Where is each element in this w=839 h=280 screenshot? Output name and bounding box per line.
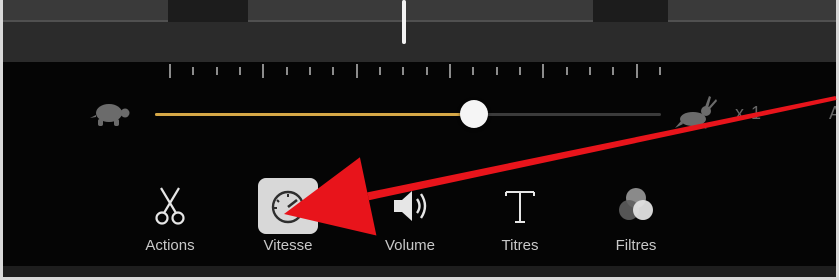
ruler-tick (169, 64, 171, 78)
timeline-clip[interactable] (668, 0, 836, 22)
speed-slider-thumb[interactable] (459, 100, 488, 128)
speed-trailing-label: A (829, 103, 836, 124)
tool-vitesse[interactable]: Vitesse (243, 176, 333, 264)
tool-volume[interactable]: Volume (365, 176, 455, 264)
timeline[interactable] (3, 0, 836, 62)
ruler-tick (332, 67, 335, 75)
speed-control-row: x 1 A (3, 95, 836, 135)
video-editor-speed-panel: x 1 A Actions (0, 0, 839, 280)
ruler-tick (285, 67, 288, 75)
ruler-tick (309, 67, 311, 75)
playhead[interactable] (402, 0, 406, 44)
ruler-tick (519, 67, 521, 75)
ruler-tick (612, 67, 615, 75)
tool-label: Actions (145, 237, 195, 254)
ruler-tick (449, 64, 451, 78)
ruler-tick (472, 67, 475, 75)
speed-slider[interactable] (155, 100, 661, 128)
ruler-tick (495, 67, 498, 75)
tool-label: Volume (384, 237, 436, 254)
ruler-tick (425, 67, 428, 75)
speed-ruler (153, 64, 663, 82)
ruler-tick (379, 67, 381, 75)
hare-icon[interactable] (673, 95, 721, 131)
ruler-tick (659, 67, 661, 75)
tool-filtres[interactable]: Filtres (591, 176, 681, 264)
tool-label: Titres (501, 237, 539, 254)
ruler-tick (565, 67, 568, 75)
editor-toolbar: Actions Vitesse Volume Titres Filtres (3, 176, 836, 266)
timeline-clip[interactable] (3, 0, 168, 22)
ruler-tick (355, 64, 358, 78)
text-t-icon (490, 178, 550, 234)
tool-label: Vitesse (263, 237, 313, 254)
ruler-tick (192, 67, 195, 75)
tool-label: Filtres (615, 237, 657, 254)
speedometer-icon (258, 178, 318, 234)
speed-value: x 1 (735, 103, 763, 123)
ruler-tick (239, 67, 241, 75)
speaker-icon (380, 178, 440, 234)
timeline-clip[interactable] (248, 0, 593, 22)
tool-titres[interactable]: Titres (475, 176, 565, 264)
ruler-tick (262, 64, 265, 78)
clip-transition[interactable] (593, 0, 668, 22)
turtle-icon[interactable] (87, 99, 133, 129)
bottom-bar (3, 266, 836, 277)
speed-slider-fill (155, 113, 474, 116)
ruler-tick (589, 67, 591, 75)
scissors-icon (140, 178, 200, 234)
clip-transition[interactable] (168, 0, 248, 22)
ruler-tick (635, 64, 638, 78)
filters-circles-icon (606, 178, 666, 234)
ruler-tick (542, 64, 545, 78)
ruler-tick (402, 67, 405, 75)
ruler-tick (215, 67, 218, 75)
tool-actions[interactable]: Actions (125, 176, 215, 264)
